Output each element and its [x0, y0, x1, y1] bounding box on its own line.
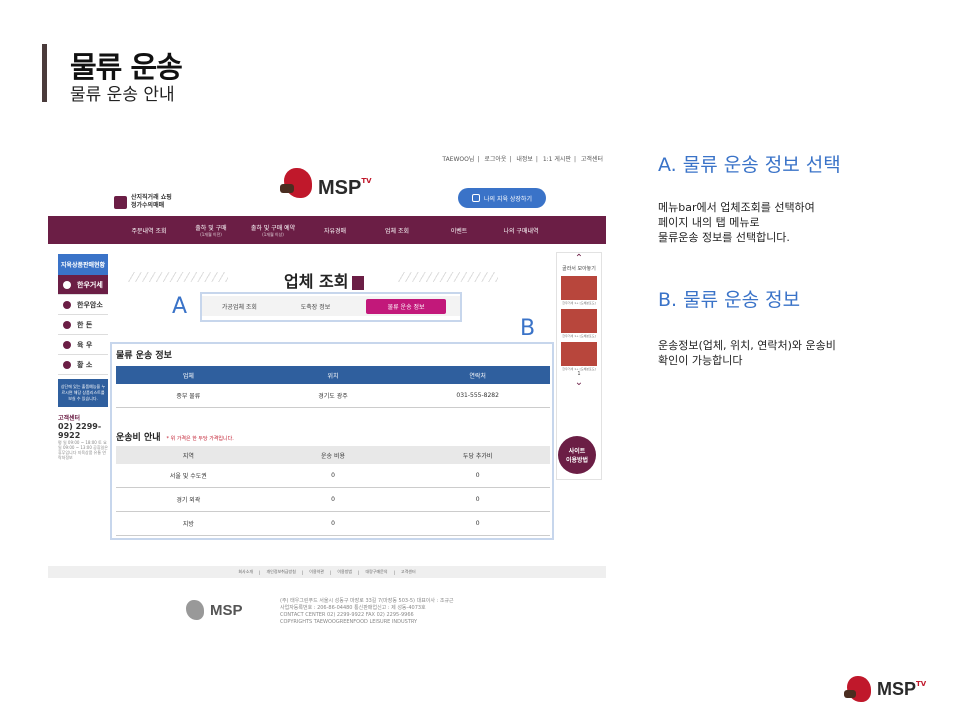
desc-a-title: A. 물류 운송 정보 선택 [658, 154, 841, 176]
thumb-caption: 한우거세 1+ [도체분포도] [562, 334, 596, 338]
msp-logo-icon [844, 672, 874, 706]
document-icon [472, 194, 480, 202]
top-utility-nav: TAEWOO님 | 로그아웃 | 내정보 | 1:1 게시판 | 고객센터 [442, 156, 603, 163]
menu-ship-buy-reserve[interactable]: 출하 및 구매 예약 (1개월 이상) [242, 216, 304, 244]
desc-b-body: 운송정보(업체, 위치, 연락처)와 운송비 확인이 가능합니다 [658, 339, 836, 367]
footer-link-guide[interactable]: 이용방법 [337, 569, 352, 575]
sidebar-item-hanwoo-cow[interactable]: 한우암소 [58, 295, 108, 315]
cs-label: 고객센터 [58, 415, 81, 422]
sidebar-note: 상단에 있는 출품예능을 누르시면 해당 상품리스트를 보실 수 있습니다. [58, 379, 108, 407]
sidebar-item-beef[interactable]: 육 우 [58, 335, 108, 355]
site-guide-button[interactable]: 사이트 이용방법 [558, 436, 596, 474]
website-screenshot: TAEWOO님 | 로그아웃 | 내정보 | 1:1 게시판 | 고객센터 산지직거래 … [48, 150, 608, 640]
pig-icon [63, 320, 71, 329]
table-row: 경기 외곽 0 0 [116, 488, 550, 512]
footer-link-support[interactable]: 고객센터 [401, 569, 416, 575]
sidebar-item-hanwoo-steer[interactable]: 한우거세 [58, 275, 108, 295]
sidebar-head: 지육상품판매현황 [58, 254, 108, 275]
footer-link-terms[interactable]: 이용약관 [309, 569, 324, 575]
topnav-support[interactable]: 고객센터 [581, 156, 603, 163]
callout-b: B [520, 316, 536, 341]
title-stripe-right [398, 272, 498, 282]
slide-subtitle: 물류 운송 안내 [70, 85, 175, 105]
cs-hours: 평 일 09:00 ~ 18:00 토 요일 09:00 ~ 13:00 공휴일… [58, 440, 108, 460]
rside-title: 골라서 모아놓기 [562, 266, 596, 272]
menu-company-search[interactable]: 업체 조회 [366, 216, 428, 244]
badge-line-1: 산지직거래 쇼핑 [131, 194, 172, 201]
page-title: 업체 조회 [284, 268, 365, 292]
callout-a: A [172, 294, 188, 319]
fees-note: * 위 가격은 한 두당 가격입니다. [166, 436, 234, 442]
menu-event[interactable]: 이벤트 [428, 216, 490, 244]
fees-table: 지역 운송 비용 두당 추가비 서울 및 수도권 0 0 경기 외곽 0 0 지방 0 0 [116, 446, 550, 536]
highlight-box-a [200, 292, 462, 322]
chevron-up-icon[interactable]: ⌃ [557, 253, 601, 265]
logistics-table: 업체 위치 연락처 중부 물류 경기도 광주 031-555-8282 [116, 366, 550, 408]
table-header: 지역 운송 비용 두당 추가비 [116, 446, 550, 464]
msp-logo-icon [182, 596, 208, 624]
title-stripe-left [128, 272, 228, 282]
topnav-user[interactable]: TAEWOO님 [442, 156, 474, 163]
left-sidebar: 지육상품판매현황 한우거세 한우암소 한 돈 육 우 황 소 상단에 있는 출품… [58, 254, 108, 494]
product-thumb[interactable] [561, 342, 597, 366]
topnav-board[interactable]: 1:1 게시판 [543, 156, 571, 163]
topnav-myinfo[interactable]: 내정보 [516, 156, 533, 163]
bull-icon [63, 360, 71, 369]
logo-tv: TV [361, 177, 372, 185]
table-row: 지방 0 0 [116, 512, 550, 536]
menu-order-history[interactable]: 주문내역 조회 [118, 216, 180, 244]
table-row: 서울 및 수도권 0 0 [116, 464, 550, 488]
footer-links: 회사소개 | 개인정보취급방침 | 이용약관 | 이용방법 | 대량구매문의 | 고객센터 [48, 566, 606, 578]
cow-icon [63, 280, 71, 289]
product-thumb[interactable] [561, 309, 597, 333]
my-listing-button[interactable]: 나의 지육 상장하기 [458, 188, 546, 208]
table-header: 업체 위치 연락처 [116, 366, 550, 384]
cow-icon [63, 340, 71, 349]
footer-info: (주) 태우그린푸드 서울시 성동구 마장로 33길 7(마장동 503-5) … [280, 598, 454, 625]
footer-link-about[interactable]: 회사소개 [238, 569, 253, 575]
logistics-title: 물류 운송 정보 [116, 351, 172, 361]
direct-trade-badge: 산지직거래 쇼핑 정가수의매매 [114, 194, 172, 210]
desc-b-title: B. 물류 운송 정보 [658, 289, 801, 311]
sidebar-item-pork[interactable]: 한 돈 [58, 315, 108, 335]
stamp-icon [352, 275, 365, 290]
fees-title: 운송비 안내 * 위 가격은 한 두당 가격입니다. [116, 433, 234, 443]
menu-auction[interactable]: 자유경매 [304, 216, 366, 244]
badge-line-2: 정가수의매매 [131, 202, 165, 209]
title-accent-bar [42, 44, 47, 102]
sidebar-item-bull[interactable]: 황 소 [58, 355, 108, 375]
topnav-logout[interactable]: 로그아웃 [484, 156, 506, 163]
product-thumb[interactable] [561, 276, 597, 300]
menu-my-purchases[interactable]: 나의 구매내역 [490, 216, 552, 244]
brand-logo: MSP TV [844, 672, 926, 706]
shop-icon [114, 195, 127, 209]
thumb-caption: 한우거세 1+ [도체분포도] [562, 301, 596, 305]
cs-phone: 02) 2299-9922 [58, 422, 102, 440]
my-listing-label: 나의 지육 상장하기 [484, 195, 532, 203]
msp-logo-icon [280, 162, 316, 204]
logo-word: MSP [318, 176, 362, 199]
table-row: 중부 물류 경기도 광주 031-555-8282 [116, 384, 550, 408]
footer-link-bulk[interactable]: 대량구매문의 [365, 569, 387, 575]
menu-ship-buy[interactable]: 출하 및 구매 (1개월 이전) [180, 216, 242, 244]
desc-a-body: 메뉴bar에서 업체조회를 선택하여 페이지 내의 탭 메뉴로 물류운송 정보를… [658, 201, 815, 244]
chevron-down-icon[interactable]: ⌄ [557, 377, 601, 389]
cow-icon [63, 300, 71, 309]
footer-link-privacy[interactable]: 개인정보취급방침 [266, 569, 295, 575]
site-logo[interactable]: MSP TV [280, 162, 372, 204]
footer-logo: MSP [182, 596, 243, 624]
main-menu-bar: 주문내역 조회 출하 및 구매 (1개월 이전) 출하 및 구매 예약 (1개월 이… [48, 216, 606, 244]
